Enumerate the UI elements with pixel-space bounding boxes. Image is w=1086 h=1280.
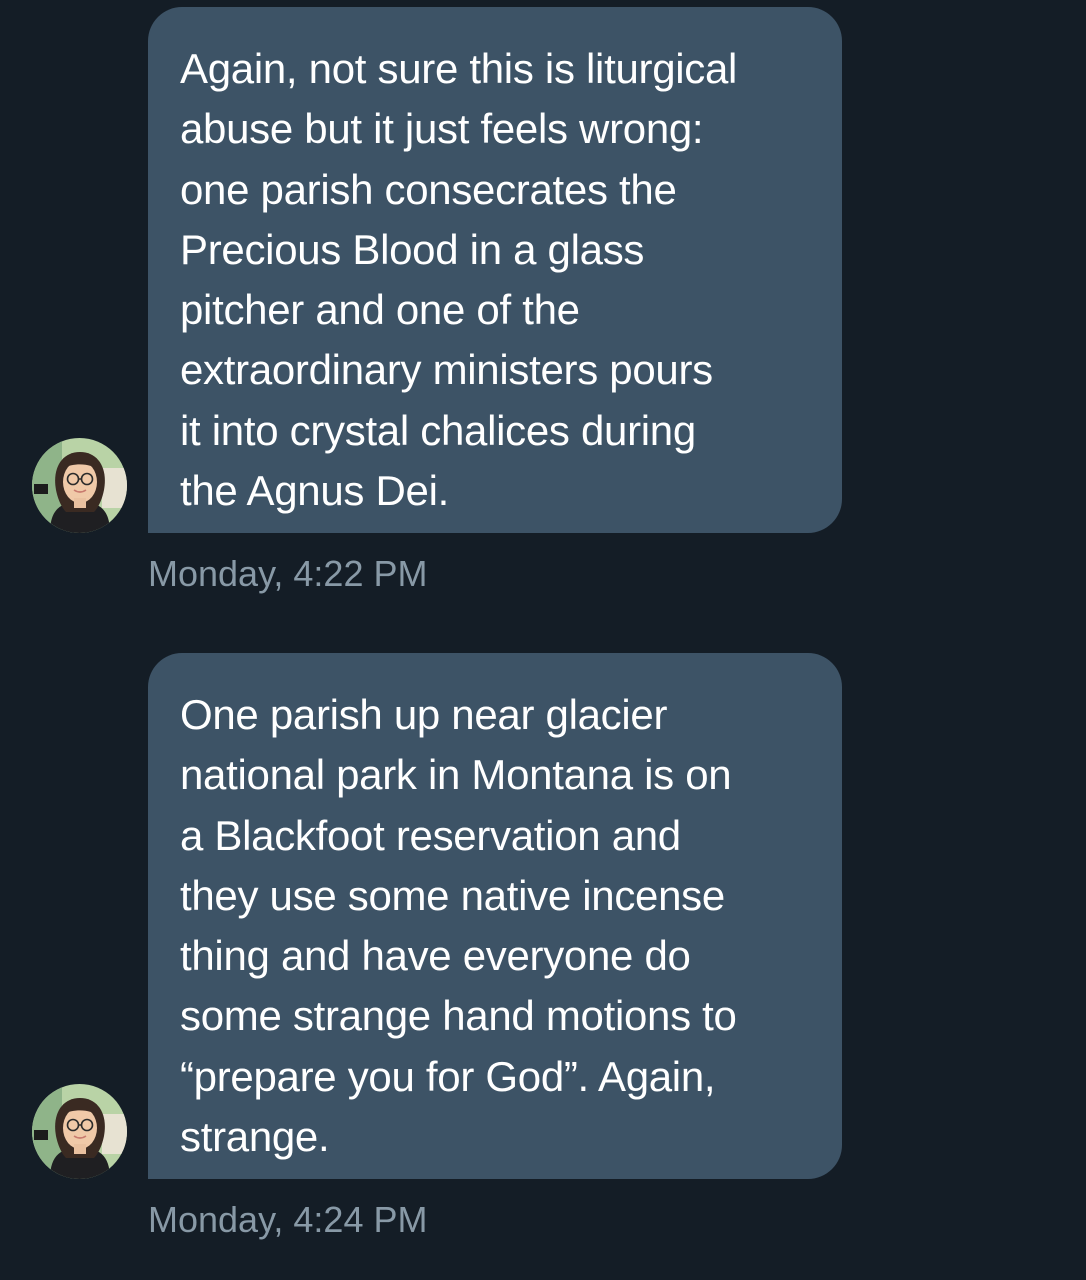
avatar[interactable] [32,1084,127,1179]
message-text-line: national park in Montana is on [180,751,732,799]
message-text-line: one parish consecrates the [180,165,677,213]
message-timestamp: Monday, 4:22 PM [148,553,428,594]
message-text-line: it into crystal chalices during [180,406,696,454]
message-text-line: Precious Blood in a glass [180,225,645,273]
message-text-line: they use some native incense [180,871,725,919]
message-text-line: strange. [180,1113,330,1161]
message-text-line: abuse but it just feels wrong: [180,105,704,153]
message-text-line: extraordinary ministers pours [180,346,713,394]
message-text-line: Again, not sure this is liturgical [180,45,738,92]
avatar-image [32,438,127,533]
avatar-image [32,1084,127,1179]
message-text-line: thing and have everyone do [180,932,691,980]
message-text-line: the Agnus Dei. [180,467,449,515]
message-text-line: a Blackfoot reservation and [180,811,681,859]
message-text-line: some strange hand motions to [180,992,737,1040]
message-timestamp: Monday, 4:24 PM [148,1199,428,1240]
message-text-line: One parish up near glacier [180,691,668,738]
message-text-line: “prepare you for God”. Again, [180,1052,716,1100]
avatar[interactable] [32,438,127,533]
message-text-line: pitcher and one of the [180,286,580,334]
message-bubble[interactable]: Again, not sure this is liturgical abuse… [148,7,842,533]
message-bubble[interactable]: One parish up near glacier national park… [148,653,842,1179]
